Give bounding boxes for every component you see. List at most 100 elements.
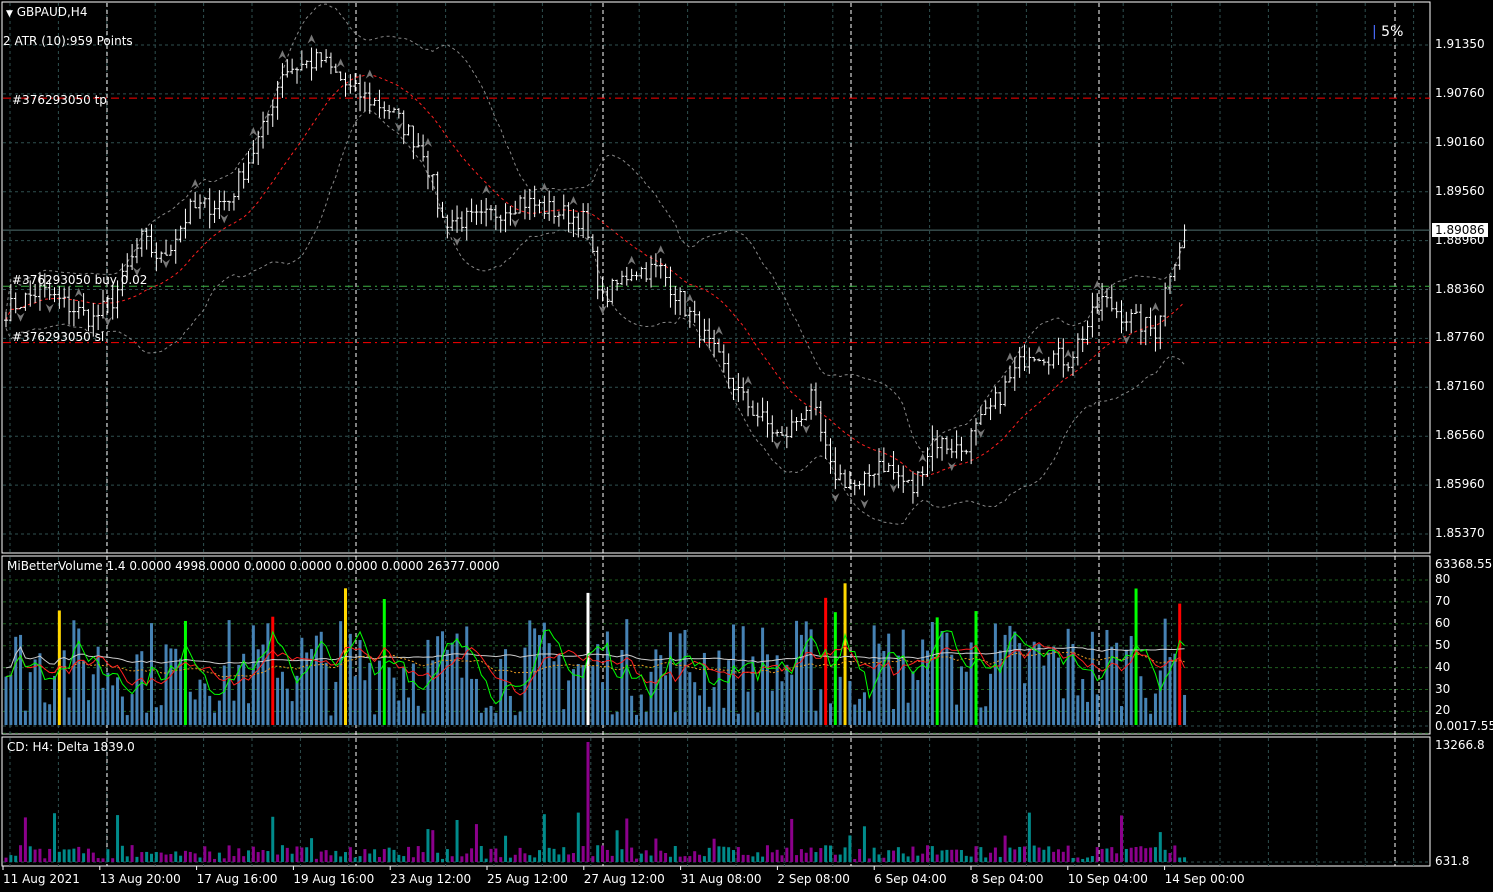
delta-bar (421, 852, 425, 862)
delta-bar (397, 854, 401, 862)
delta-bar (266, 851, 270, 862)
volume-bar (154, 707, 158, 725)
volume-bar (23, 710, 27, 725)
volume-bar (101, 687, 105, 725)
volume-bar (407, 697, 411, 725)
delta-bar (38, 848, 42, 862)
volume-bar (9, 674, 13, 725)
delta-bar (57, 851, 61, 862)
delta-bar (183, 850, 187, 862)
volume-bar (916, 680, 920, 725)
fractal-up-icon (540, 182, 549, 192)
volume-bar (819, 689, 823, 725)
volume-bar (523, 647, 527, 725)
delta-bar (101, 858, 105, 862)
delta-bar (649, 855, 653, 862)
delta-bar (305, 847, 309, 862)
volume-bar (1018, 643, 1022, 725)
delta-bar (872, 847, 876, 862)
delta-bar (450, 856, 454, 862)
delta-bar (829, 845, 832, 862)
volume-bar (1100, 680, 1104, 725)
volume-bar (867, 710, 871, 725)
volume-bar (542, 622, 546, 725)
delta-bar (765, 845, 769, 862)
volume-bar (324, 662, 328, 725)
delta-bar (814, 852, 818, 862)
volume-bar (799, 634, 803, 725)
volume-bar (33, 659, 37, 725)
delta-bar (785, 847, 789, 862)
triangle-down-icon[interactable]: ▼ (6, 9, 13, 19)
delta-bar (571, 853, 575, 862)
delta-bar (707, 847, 711, 862)
fractal-down-icon (802, 424, 811, 434)
fractal-down-icon (394, 122, 403, 132)
volume-bar (1086, 701, 1090, 725)
volume-bar (1090, 631, 1094, 725)
buy-order-label[interactable]: #376293050 buy 0.02 (12, 273, 147, 287)
fractal-up-icon (307, 34, 316, 44)
time-tick: 14 Sep 00:00 (1164, 872, 1245, 886)
fractal-up-icon (249, 126, 258, 136)
delta-bar (979, 847, 983, 862)
volume-bar (872, 625, 876, 725)
delta-bar (795, 855, 799, 862)
price-tick: 1.87160 (1435, 379, 1485, 394)
delta-bar (998, 856, 1002, 862)
delta-bar (169, 854, 173, 862)
delta-bar (1110, 847, 1114, 862)
volume-bar (901, 629, 905, 725)
fractal-up-icon (1093, 280, 1102, 290)
volume-bar (334, 681, 338, 725)
volume-bar (1037, 644, 1041, 725)
delta-bar (848, 835, 852, 862)
volume-bar (930, 622, 934, 725)
volume-bar (285, 688, 289, 725)
volume-bar (222, 665, 226, 725)
volume-bar (358, 640, 362, 725)
price-tick: 1.85370 (1435, 526, 1485, 540)
volume-bar (14, 636, 18, 725)
delta-bar (145, 851, 149, 862)
delta-bar (426, 829, 430, 862)
delta-bar (1071, 857, 1075, 862)
volume-bar (678, 633, 682, 725)
volume-bar (862, 692, 866, 725)
fractal-down-icon (16, 312, 25, 322)
tp-order-label[interactable]: #376293050 tp (12, 93, 107, 107)
time-tick: 31 Aug 08:00 (680, 872, 762, 886)
volume-bar (455, 633, 459, 725)
delta-bar (746, 854, 750, 862)
volume-bar (668, 632, 672, 725)
symbol-title[interactable]: ▼ GBPAUD,H4 (6, 5, 87, 19)
delta-bar (348, 847, 352, 862)
delta-bar (111, 858, 115, 862)
volume-bar (397, 700, 401, 725)
delta-bar (969, 856, 973, 862)
delta-bar (154, 852, 158, 862)
volume-bar (188, 691, 192, 725)
volume-bar (174, 648, 178, 725)
delta-bar (862, 826, 866, 862)
delta-bar (353, 857, 357, 862)
delta-bar (591, 856, 595, 862)
volume-bar (1124, 649, 1128, 725)
delta-bar (256, 852, 260, 862)
volume-bar (945, 632, 949, 725)
delta-bar (402, 856, 406, 862)
delta-bar (1105, 848, 1109, 862)
delta-bar (106, 849, 110, 862)
volume-bar (276, 677, 280, 725)
chart-canvas[interactable] (0, 0, 1493, 892)
delta-bar (615, 830, 619, 862)
delta-bar (460, 856, 464, 862)
delta-bar (712, 838, 716, 862)
delta-bar (819, 848, 823, 862)
fractal-up-icon (744, 375, 753, 385)
sl-order-label[interactable]: #376293050 sl (12, 330, 104, 344)
volume-bar (911, 671, 915, 725)
delta-bar (508, 857, 512, 862)
delta-bar (799, 849, 803, 862)
fractal-up-icon (278, 50, 287, 60)
